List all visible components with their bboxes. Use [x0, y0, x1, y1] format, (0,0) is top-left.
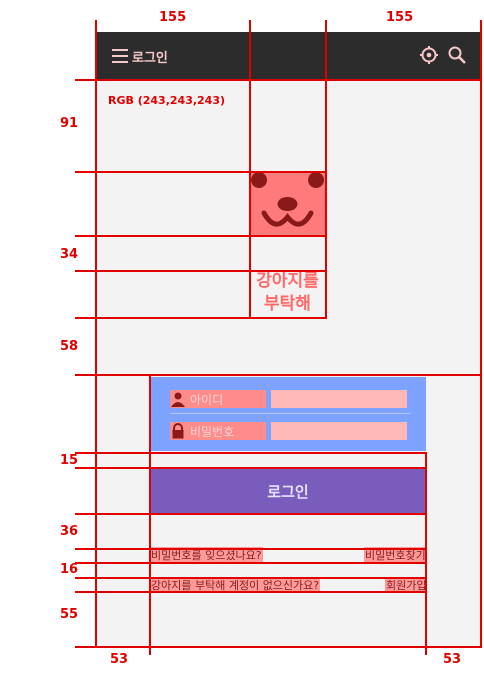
measure-15: 15 — [60, 453, 79, 468]
guide-line — [75, 452, 427, 454]
menu-login-label: 로그인 — [132, 50, 168, 66]
id-input[interactable] — [271, 390, 407, 408]
measure-16: 16 — [60, 562, 79, 577]
measure-bottom-right: 53 — [443, 652, 462, 667]
app-brand-name: 강아지를 부탁해 — [250, 270, 325, 318]
guide-line — [249, 20, 251, 318]
measure-34: 34 — [60, 247, 79, 262]
login-form: 아이디 비밀번호 — [150, 377, 426, 451]
guide-line — [75, 513, 427, 515]
measure-58: 58 — [60, 339, 79, 354]
password-row: 비밀번호 — [170, 422, 410, 442]
brand-line-1: 강아지를 — [256, 271, 319, 291]
guide-line — [75, 270, 327, 272]
forgot-password-text: 비밀번호를 잊으셨나요? — [150, 547, 263, 563]
guide-line — [75, 467, 427, 469]
dog-logo-icon — [250, 171, 325, 236]
password-label: 비밀번호 — [190, 424, 235, 439]
login-button-label: 로그인 — [267, 482, 309, 501]
guide-line — [75, 235, 327, 237]
hamburger-menu-icon — [112, 49, 128, 63]
form-divider — [170, 413, 410, 414]
settings-icon[interactable] — [419, 45, 439, 65]
find-password-link[interactable]: 비밀번호찾기 — [364, 547, 427, 563]
measure-top-right: 155 — [386, 10, 414, 25]
guide-line — [75, 171, 327, 173]
id-label: 아이디 — [190, 392, 224, 407]
guide-line — [75, 562, 427, 564]
guide-line — [149, 375, 151, 655]
guide-line — [95, 20, 97, 648]
guide-line — [75, 374, 482, 376]
login-button[interactable]: 로그인 — [150, 468, 426, 514]
guide-line — [480, 20, 482, 648]
guide-line — [75, 591, 427, 593]
password-input[interactable] — [271, 422, 407, 440]
guide-line — [75, 577, 427, 579]
measure-36: 36 — [60, 524, 79, 539]
id-row: 아이디 — [170, 390, 410, 410]
lock-icon — [172, 423, 184, 439]
measure-55: 55 — [60, 607, 79, 622]
password-label-box: 비밀번호 — [170, 422, 266, 440]
guide-line — [75, 548, 427, 550]
user-icon — [171, 392, 185, 407]
guide-line — [75, 317, 327, 319]
search-icon[interactable] — [447, 45, 467, 65]
guide-line — [75, 646, 482, 648]
measure-bottom-left: 53 — [110, 652, 129, 667]
measure-91: 91 — [60, 116, 79, 131]
guide-line — [325, 20, 327, 318]
measure-top-left: 155 — [159, 10, 187, 25]
guide-line — [75, 79, 482, 81]
sign-up-link[interactable]: 회원가입 — [385, 577, 428, 593]
guide-line — [425, 453, 427, 655]
menu-login-button[interactable]: 로그인 — [112, 45, 168, 67]
brand-line-2: 부탁해 — [264, 294, 311, 314]
id-label-box: 아이디 — [170, 390, 266, 408]
background-color-note: RGB (243,243,243) — [108, 94, 226, 107]
no-account-text: 강아지를 부탁해 계정이 없으신가요? — [150, 577, 321, 593]
